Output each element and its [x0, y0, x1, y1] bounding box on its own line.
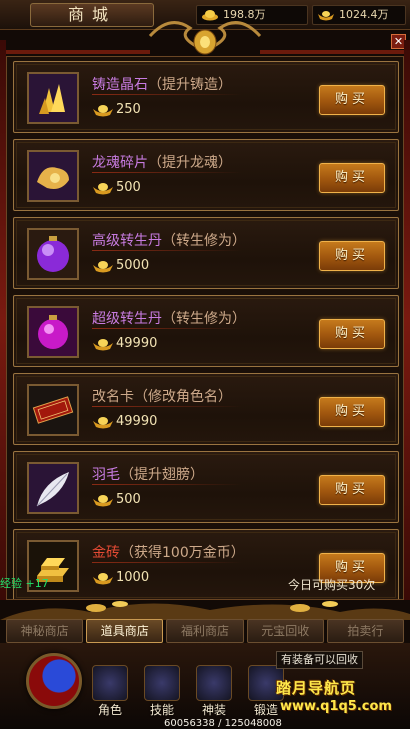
item-price-value: 500 [116, 180, 141, 195]
gold-ingot-icon [93, 105, 113, 117]
tab-yuanbao-recycle[interactable]: 元宝回收 [246, 619, 324, 643]
watermark-url: www.q1q5.com [280, 699, 392, 714]
dragon-soul-fragment-icon [29, 152, 77, 200]
item-icon-frame [27, 384, 79, 436]
magenta-pill-icon [29, 308, 77, 356]
divider [92, 484, 242, 485]
divider [92, 94, 242, 95]
gold-ingot-icon [93, 417, 113, 429]
item-icon-frame [27, 306, 79, 358]
item-icon-frame [27, 462, 79, 514]
tab-welfare-shop[interactable]: 福利商店 [166, 619, 244, 643]
item-icon-frame [27, 150, 79, 202]
divine-armor-label: 神装 [201, 703, 226, 717]
item-title: 高级转生丹（转生修为） [92, 230, 246, 250]
item-title: 龙魂碎片（提升龙魂） [92, 152, 232, 172]
item-name: 超级转生丹 [92, 311, 162, 327]
item-desc: （提升龙魂） [148, 155, 232, 171]
skills-label: 技能 [149, 703, 174, 717]
item-price: 500 [92, 491, 141, 509]
item-desc: （获得100万金币） [120, 545, 245, 561]
bottom-hud: 角色 技能 神装 锻造 有装备可以回收 踏月导航页 www.q1q5.com 6… [0, 643, 410, 729]
character-label: 角色 [97, 703, 122, 717]
purple-pill-icon [29, 230, 77, 278]
feather-icon [29, 464, 77, 512]
recycle-notice[interactable]: 有装备可以回收 [276, 651, 363, 669]
list-item: 高级转生丹（转生修为） 5000 购买 [13, 217, 399, 289]
gold-ingot-icon [93, 573, 113, 585]
golden-crystal-icon [29, 74, 77, 122]
skills-button[interactable] [144, 665, 180, 701]
shop-tabs: 神秘商店 道具商店 福利商店 元宝回收 拍卖行 [6, 619, 405, 643]
shop-item-list[interactable]: 铸造晶石（提升铸造） 250 购买 龙魂碎片（提升龙魂） 500 购买 高级转生… [6, 56, 404, 600]
item-name: 羽毛 [92, 467, 120, 483]
buy-button[interactable]: 购买 [319, 163, 385, 193]
item-desc: （转生修为） [162, 233, 246, 249]
side-trim-right [404, 40, 410, 600]
item-desc: （修改角色名） [134, 389, 232, 405]
buy-button[interactable]: 购买 [319, 319, 385, 349]
item-name: 金砖 [92, 545, 120, 561]
buy-button[interactable]: 购买 [319, 85, 385, 115]
rename-card-icon [29, 386, 77, 434]
gold-ingot-icon [93, 339, 113, 351]
gold-ingot-icon [93, 261, 113, 273]
item-price-value: 250 [116, 102, 141, 117]
close-icon: ✕ [393, 35, 404, 48]
item-title: 超级转生丹（转生修为） [92, 308, 246, 328]
buy-button[interactable]: 购买 [319, 241, 385, 271]
item-name: 龙魂碎片 [92, 155, 148, 171]
buy-button[interactable]: 购买 [319, 397, 385, 427]
item-price: 49990 [92, 413, 157, 431]
gold-coin-pile [0, 601, 410, 620]
item-name: 高级转生丹 [92, 233, 162, 249]
item-name: 改名卡 [92, 389, 134, 405]
item-price: 250 [92, 101, 141, 119]
gold-ingot-icon [93, 495, 113, 507]
buy-button[interactable]: 购买 [319, 475, 385, 505]
divider [92, 250, 242, 251]
hp-mp-orb [26, 653, 82, 709]
tab-mystery-shop[interactable]: 神秘商店 [6, 619, 84, 643]
gold-ingot-icon [93, 183, 113, 195]
item-desc: （提升翅膀） [120, 467, 204, 483]
item-price-value: 500 [116, 492, 141, 507]
item-price: 5000 [92, 257, 149, 275]
item-icon-frame [27, 72, 79, 124]
list-item: 铸造晶石（提升铸造） 250 购买 [13, 61, 399, 133]
item-price: 500 [92, 179, 141, 197]
item-price-value: 49990 [116, 336, 158, 351]
divider [92, 562, 242, 563]
item-price-value: 49990 [116, 414, 158, 429]
item-price-value: 5000 [116, 258, 150, 273]
item-title: 改名卡（修改角色名） [92, 386, 232, 406]
list-item: 超级转生丹（转生修为） 49990 购买 [13, 295, 399, 367]
tab-item-shop[interactable]: 道具商店 [86, 619, 164, 643]
item-name: 铸造晶石 [92, 77, 148, 93]
character-button[interactable] [92, 665, 128, 701]
divider [92, 328, 242, 329]
item-title: 铸造晶石（提升铸造） [92, 74, 232, 94]
item-price: 49990 [92, 335, 157, 353]
item-desc: （转生修为） [162, 311, 246, 327]
item-price: 1000 [92, 569, 149, 587]
item-desc: （提升铸造） [148, 77, 232, 93]
divider [92, 172, 242, 173]
exp-gain-text: 经验 +17 [0, 577, 49, 590]
tab-auction-house[interactable]: 拍卖行 [326, 619, 405, 643]
list-item: 龙魂碎片（提升龙魂） 500 购买 [13, 139, 399, 211]
divine-armor-button[interactable] [196, 665, 232, 701]
list-item: 改名卡（修改角色名） 49990 购买 [13, 373, 399, 445]
watermark-title: 踏月导航页 [276, 679, 357, 697]
item-title: 金砖（获得100万金币） [92, 542, 245, 562]
list-item: 羽毛（提升翅膀） 500 购买 [13, 451, 399, 523]
dragon-ornament [0, 21, 410, 55]
item-price-value: 1000 [116, 570, 150, 585]
exp-stats: 60056338 / 125048008 [164, 718, 282, 729]
item-title: 羽毛（提升翅膀） [92, 464, 204, 484]
item-icon-frame [27, 228, 79, 280]
divider [92, 406, 242, 407]
